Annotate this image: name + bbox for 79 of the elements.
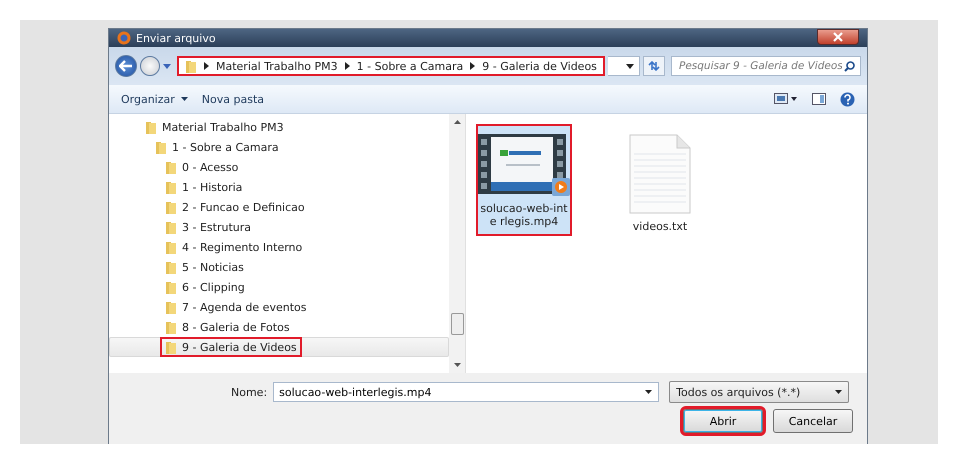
organize-button[interactable]: Organizar [121, 90, 188, 108]
folder-icon [165, 280, 177, 294]
folder-icon [165, 180, 177, 194]
scroll-down-icon[interactable] [454, 363, 460, 367]
folder-icon [145, 120, 157, 134]
cancel-button[interactable]: Cancelar [773, 409, 853, 433]
folder-label: 6 - Clipping [160, 277, 250, 297]
file-name: videos.txt [632, 220, 688, 233]
folder-icon [185, 59, 197, 73]
help-icon[interactable] [840, 92, 855, 106]
filename-label: Nome: [231, 386, 268, 398]
folder-icon [155, 140, 167, 154]
file-item[interactable]: videos.txt [612, 124, 708, 241]
folder-tree-item[interactable]: Material Trabalho PM3 [109, 117, 449, 137]
folder-label: 2 - Funcao e Definicao [160, 197, 310, 217]
video-thumbnail-icon [478, 134, 570, 196]
scrollbar-thumb[interactable] [450, 312, 464, 334]
folder-tree-item[interactable]: 0 - Acesso [109, 157, 449, 177]
close-button[interactable] [817, 29, 859, 45]
caret-icon [180, 97, 188, 101]
folder-icon [165, 320, 177, 334]
window-title: Enviar arquivo [136, 32, 216, 44]
globe-icon [117, 31, 131, 45]
folder-tree-item[interactable]: 9 - Galeria de Videos [109, 337, 449, 357]
scroll-up-icon[interactable] [454, 120, 460, 124]
open-button[interactable]: Abrir [683, 409, 763, 433]
text-document-icon [629, 134, 691, 214]
view-options-icon[interactable] [774, 93, 798, 105]
folder-label: 9 - Galeria de Videos [160, 337, 302, 357]
breadcrumb-item[interactable]: 1 - Sobre a Camara [356, 60, 464, 72]
search-icon [844, 60, 855, 72]
dropdown-arrow-icon [645, 390, 652, 394]
refresh-icon [647, 60, 661, 72]
folder-icon [165, 160, 177, 174]
folder-icon [165, 220, 177, 234]
file-name: solucao-web-inte rlegis.mp4 [479, 202, 569, 228]
new-folder-button[interactable]: Nova pasta [202, 90, 264, 108]
scrollbar[interactable] [449, 114, 465, 373]
folder-tree-item[interactable]: 6 - Clipping [109, 277, 449, 297]
folder-label: 3 - Estrutura [160, 217, 256, 237]
chevron-right-icon [344, 62, 350, 70]
folder-icon [165, 300, 177, 314]
folder-label: 7 - Agenda de eventos [160, 297, 312, 317]
forward-button[interactable] [140, 56, 160, 76]
folder-label: 1 - Sobre a Camara [150, 137, 284, 157]
folder-label: 0 - Acesso [160, 157, 244, 177]
file-type-dropdown[interactable]: Todos os arquivos (*.*) [669, 381, 850, 403]
back-button[interactable] [115, 55, 137, 77]
dropdown-arrow-icon[interactable] [626, 64, 634, 68]
folder-tree-item[interactable]: 1 - Historia [109, 177, 449, 197]
folder-label: 5 - Noticias [160, 257, 249, 277]
folder-tree-item[interactable]: 7 - Agenda de eventos [109, 297, 449, 317]
dropdown-arrow-icon [163, 64, 171, 68]
folder-tree-item[interactable]: 2 - Funcao e Definicao [109, 197, 449, 217]
preview-pane-icon[interactable] [812, 93, 826, 105]
folder-icon [165, 200, 177, 214]
folder-icon [165, 340, 177, 354]
folder-tree-item[interactable]: 3 - Estrutura [109, 217, 449, 237]
folder-icon [165, 240, 177, 254]
filename-field[interactable]: solucao-web-interlegis.mp4 [273, 382, 660, 402]
chevron-right-icon [204, 62, 209, 70]
folder-label: 8 - Galeria de Fotos [160, 317, 295, 337]
refresh-button[interactable] [643, 56, 665, 76]
chevron-right-icon [470, 62, 476, 70]
breadcrumb-item[interactable]: 9 - Galeria de Videos [482, 60, 597, 72]
address-bar[interactable]: Material Trabalho PM3 1 - Sobre a Camara 9 - Galeria de Videos [177, 56, 605, 76]
close-icon [833, 32, 843, 42]
folder-tree-item[interactable]: 8 - Galeria de Fotos [109, 317, 449, 337]
folder-tree-item[interactable]: 4 - Regimento Interno [109, 237, 449, 257]
breadcrumb-item[interactable]: Material Trabalho PM3 [216, 60, 338, 72]
folder-tree-item[interactable]: 1 - Sobre a Camara [109, 137, 449, 157]
folder-icon [165, 260, 177, 274]
folder-tree-item[interactable]: 5 - Noticias [109, 257, 449, 277]
left-arrow-icon [119, 60, 133, 72]
file-item[interactable]: solucao-web-inte rlegis.mp4 [476, 124, 572, 236]
folder-label: 1 - Historia [160, 177, 248, 197]
folder-label: 4 - Regimento Interno [160, 237, 308, 257]
folder-label: Material Trabalho PM3 [140, 117, 289, 137]
dropdown-arrow-icon [835, 390, 842, 394]
